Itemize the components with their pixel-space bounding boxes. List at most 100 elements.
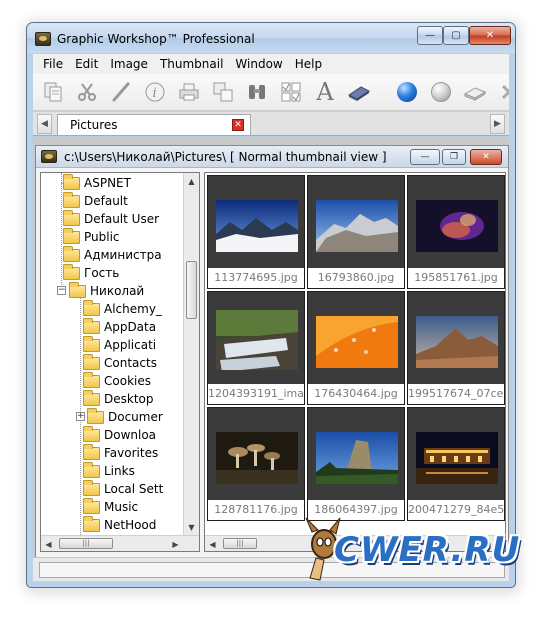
thumbnail-item[interactable]: 186064397.jpg bbox=[307, 407, 405, 521]
scroll-thumb[interactable]: ||| bbox=[59, 538, 113, 549]
blue-ball-icon[interactable] bbox=[393, 78, 421, 106]
close-x-icon[interactable] bbox=[495, 78, 509, 106]
printer-icon[interactable] bbox=[175, 78, 203, 106]
tree-item[interactable]: Cookies bbox=[83, 371, 151, 390]
tree-item[interactable]: Desktop bbox=[83, 389, 154, 408]
menu-window[interactable]: Window bbox=[229, 57, 288, 71]
menu-edit[interactable]: Edit bbox=[69, 57, 104, 71]
grey-ball-icon[interactable] bbox=[427, 78, 455, 106]
binoculars-icon[interactable] bbox=[243, 78, 271, 106]
child-close-button[interactable]: ✕ bbox=[470, 149, 502, 165]
tree-item[interactable]: Public bbox=[63, 227, 120, 246]
menu-thumbnail[interactable]: Thumbnail bbox=[154, 57, 229, 71]
folder-icon bbox=[63, 263, 80, 280]
folder-icon bbox=[83, 353, 100, 370]
child-title-bar[interactable]: c:\Users\Николай\Pictures\ [ Normal thum… bbox=[36, 146, 508, 168]
child-restore-button[interactable]: ❐ bbox=[442, 149, 466, 165]
tree-item[interactable]: Music bbox=[83, 497, 138, 516]
watermark-logo: CWER.RU bbox=[300, 514, 519, 584]
thumbnail-image bbox=[416, 200, 498, 252]
tree-item[interactable]: Default bbox=[63, 191, 128, 210]
tree-vertical-scrollbar[interactable]: ▲ ▼ bbox=[183, 173, 199, 535]
tree-item[interactable]: Links bbox=[83, 461, 135, 480]
tree-item[interactable]: Local Sett bbox=[83, 479, 163, 498]
thumbnail-filename: 1204393191_ima... bbox=[208, 384, 304, 404]
thumbnail-filename: 113774695.jpg bbox=[208, 268, 304, 288]
menu-image[interactable]: Image bbox=[104, 57, 154, 71]
title-bar[interactable]: Graphic Workshop™ Professional — ▢ ✕ bbox=[27, 23, 515, 53]
svg-text:i: i bbox=[153, 86, 157, 101]
scroll-thumb[interactable]: ||| bbox=[223, 538, 257, 549]
folder-icon bbox=[63, 191, 80, 208]
thumbnail-item[interactable]: 1204393191_ima... bbox=[207, 291, 305, 405]
copy-pages-icon[interactable] bbox=[39, 78, 67, 106]
thumbnail-image bbox=[316, 200, 398, 252]
menu-help[interactable]: Help bbox=[289, 57, 328, 71]
thumbnail-item[interactable]: 128781176.jpg bbox=[207, 407, 305, 521]
thumbnail-filename: 128781176.jpg bbox=[208, 500, 304, 520]
status-text bbox=[39, 562, 315, 578]
folder-icon bbox=[63, 227, 80, 244]
folder-icon bbox=[87, 407, 104, 424]
thumbnail-filename: 195851761.jpg bbox=[408, 268, 504, 288]
watermark-text: CWER.RU bbox=[334, 530, 521, 570]
tree-item[interactable]: Documer bbox=[83, 407, 163, 426]
tree-item[interactable]: Администра bbox=[63, 245, 162, 264]
thumbnail-item[interactable]: 113774695.jpg bbox=[207, 175, 305, 289]
scroll-right-button[interactable]: ▶ bbox=[168, 536, 183, 551]
tree-item[interactable]: NetHood bbox=[83, 515, 156, 534]
checklist-icon[interactable] bbox=[277, 78, 305, 106]
tab-pictures[interactable]: Pictures ✕ bbox=[57, 114, 251, 135]
tree-horizontal-scrollbar[interactable]: ◀ ||| ▶ bbox=[41, 535, 199, 551]
child-minimize-button[interactable]: — bbox=[410, 149, 440, 165]
maximize-button[interactable]: ▢ bbox=[443, 26, 469, 45]
brush-icon[interactable] bbox=[107, 78, 135, 106]
thumbnail-item[interactable]: 199517674_07ce... bbox=[407, 291, 505, 405]
app-logo-icon[interactable] bbox=[35, 32, 51, 46]
menu-file[interactable]: File bbox=[37, 57, 69, 71]
scroll-thumb[interactable] bbox=[186, 261, 197, 319]
thumbnail-item[interactable]: 200471279_84e5... bbox=[407, 407, 505, 521]
duplicate-icon[interactable] bbox=[209, 78, 237, 106]
folder-icon bbox=[83, 461, 100, 478]
eraser-icon[interactable] bbox=[461, 78, 489, 106]
tree-item[interactable]: Default User bbox=[63, 209, 159, 228]
thumbnail-child-window: c:\Users\Николай\Pictures\ [ Normal thum… bbox=[35, 145, 509, 560]
tab-scroll-right-button[interactable]: ▶ bbox=[490, 114, 505, 134]
tree-item[interactable]: Alchemy_ bbox=[83, 299, 162, 318]
thumbnail-item[interactable]: 16793860.jpg bbox=[307, 175, 405, 289]
info-icon[interactable]: i bbox=[141, 78, 169, 106]
tab-close-button[interactable]: ✕ bbox=[232, 119, 244, 131]
tree-item[interactable]: Гость bbox=[63, 263, 119, 282]
tree-item[interactable]: Favorites bbox=[83, 443, 158, 462]
minimize-button[interactable]: — bbox=[417, 26, 443, 45]
scissors-icon[interactable] bbox=[73, 78, 101, 106]
scroll-down-button[interactable]: ▼ bbox=[184, 519, 199, 535]
window-title: Graphic Workshop™ Professional bbox=[57, 32, 255, 46]
folder-icon bbox=[83, 479, 100, 496]
tree-item[interactable]: Downloa bbox=[83, 425, 156, 444]
child-window-icon[interactable] bbox=[41, 150, 57, 163]
thumbnail-item[interactable]: 176430464.jpg bbox=[307, 291, 405, 405]
folder-icon bbox=[63, 209, 80, 226]
tree-item-user[interactable]: Николай bbox=[63, 281, 144, 300]
scroll-left-button[interactable]: ◀ bbox=[205, 536, 220, 551]
scroll-up-button[interactable]: ▲ bbox=[184, 173, 199, 189]
close-button[interactable]: ✕ bbox=[469, 26, 511, 45]
thumbnail-item[interactable]: 195851761.jpg bbox=[407, 175, 505, 289]
tree-item[interactable]: Applicati bbox=[83, 335, 156, 354]
scroll-left-button[interactable]: ◀ bbox=[41, 536, 56, 551]
text-tool-icon[interactable]: A bbox=[311, 78, 339, 106]
tab-label: Pictures bbox=[70, 118, 118, 132]
tree-item[interactable]: Contacts bbox=[83, 353, 157, 372]
app-window: Graphic Workshop™ Professional — ▢ ✕ Fil… bbox=[26, 22, 516, 588]
folder-icon bbox=[83, 515, 100, 532]
scanner-icon[interactable] bbox=[345, 78, 373, 106]
tab-scroll-left-button[interactable]: ◀ bbox=[37, 114, 52, 134]
tree-item[interactable]: AppData bbox=[83, 317, 156, 336]
thumbnail-image bbox=[416, 316, 498, 368]
thumbnail-image bbox=[416, 432, 498, 484]
folder-tree: ASPNET Default Default User Public Админ… bbox=[40, 172, 200, 552]
tree-item[interactable]: ASPNET bbox=[61, 173, 131, 192]
thumbnail-image bbox=[316, 316, 398, 368]
